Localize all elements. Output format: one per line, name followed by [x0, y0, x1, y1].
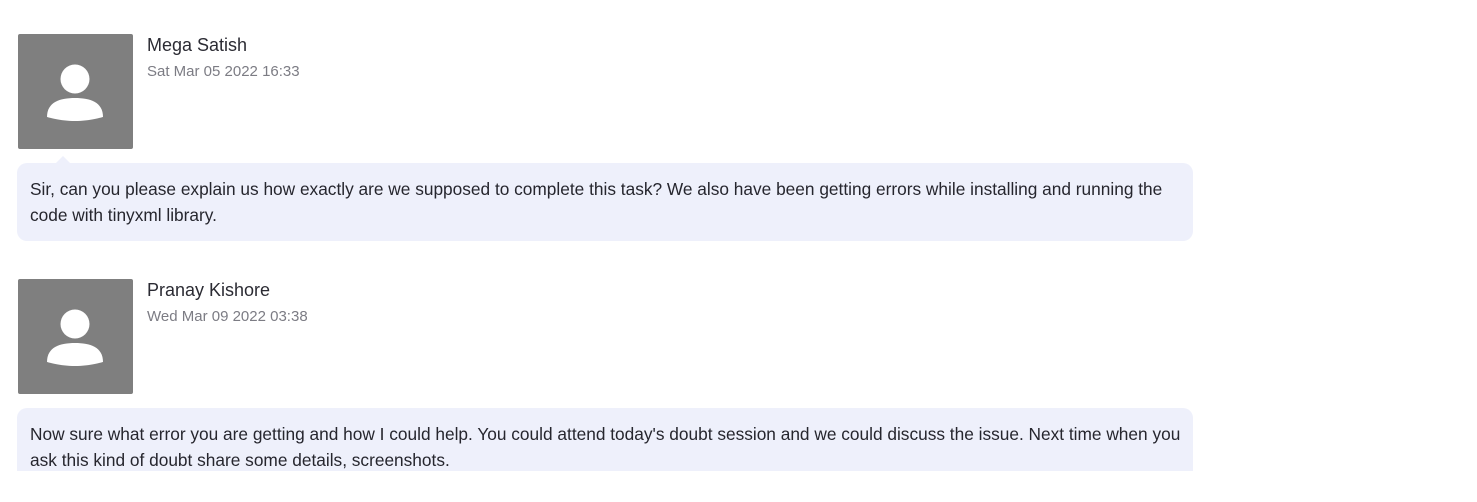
comment-timestamp: Wed Mar 09 2022 03:38	[147, 308, 308, 325]
comment-timestamp: Sat Mar 05 2022 16:33	[147, 63, 300, 80]
comment-header: Pranay Kishore Wed Mar 09 2022 03:38	[17, 279, 1193, 394]
comment-item: Pranay Kishore Wed Mar 09 2022 03:38 Now…	[17, 279, 1193, 471]
comment-message: Now sure what error you are getting and …	[17, 408, 1193, 471]
comment-author: Pranay Kishore	[147, 280, 271, 300]
comment-message: Sir, can you please explain us how exact…	[17, 156, 1193, 241]
comment-item: Mega Satish Sat Mar 05 2022 16:33 Sir, c…	[17, 34, 1193, 241]
user-avatar-icon	[18, 34, 133, 149]
comment-author: Mega Satish	[147, 35, 248, 55]
comment-thread: Mega Satish Sat Mar 05 2022 16:33 Sir, c…	[0, 0, 1477, 502]
comment-header: Mega Satish Sat Mar 05 2022 16:33	[17, 34, 1193, 149]
user-avatar-icon	[18, 279, 133, 394]
